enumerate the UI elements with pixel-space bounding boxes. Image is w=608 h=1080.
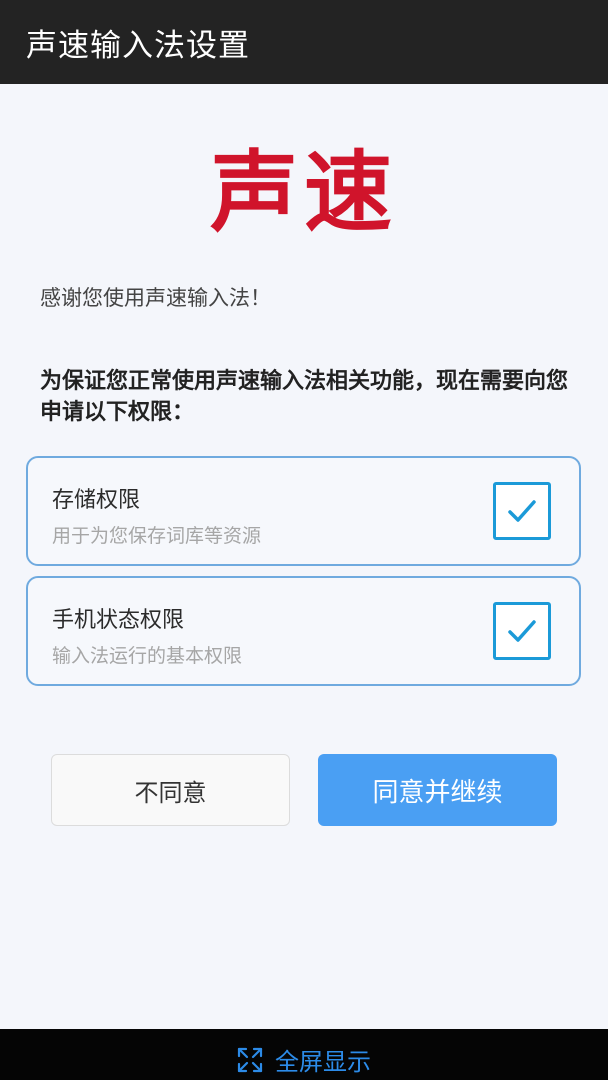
expand-icon [237,1047,263,1072]
permission-title: 手机状态权限 [52,608,185,633]
fullscreen-button[interactable]: 全屏显示 [237,1042,371,1077]
permission-checkbox-phone-state[interactable] [493,602,551,660]
check-icon [508,500,536,522]
permission-checkbox-storage[interactable] [493,482,551,540]
bottom-bar: 全屏显示 [0,1029,608,1080]
app-bar: 声速输入法设置 [0,0,608,84]
agree-continue-button[interactable]: 同意并继续 [318,754,557,826]
check-icon [508,620,536,642]
disagree-button[interactable]: 不同意 [51,754,290,826]
permission-card-storage[interactable]: 存储权限 用于为您保存词库等资源 [26,456,581,566]
permission-card-phone-state[interactable]: 手机状态权限 输入法运行的基本权限 [26,576,581,686]
fullscreen-label: 全屏显示 [275,1048,371,1076]
app-bar-title: 声速输入法设置 [26,27,250,64]
brand-logo: 声速 [209,141,398,244]
permission-description: 用于为您保存词库等资源 [52,525,262,547]
permission-description: 输入法运行的基本权限 [52,645,243,667]
thanks-text: 感谢您使用声速输入法！ [40,286,271,310]
permission-notice: 为保证您正常使用声速输入法相关功能，现在需要向您申请以下权限： [40,369,569,425]
permission-title: 存储权限 [52,488,141,513]
